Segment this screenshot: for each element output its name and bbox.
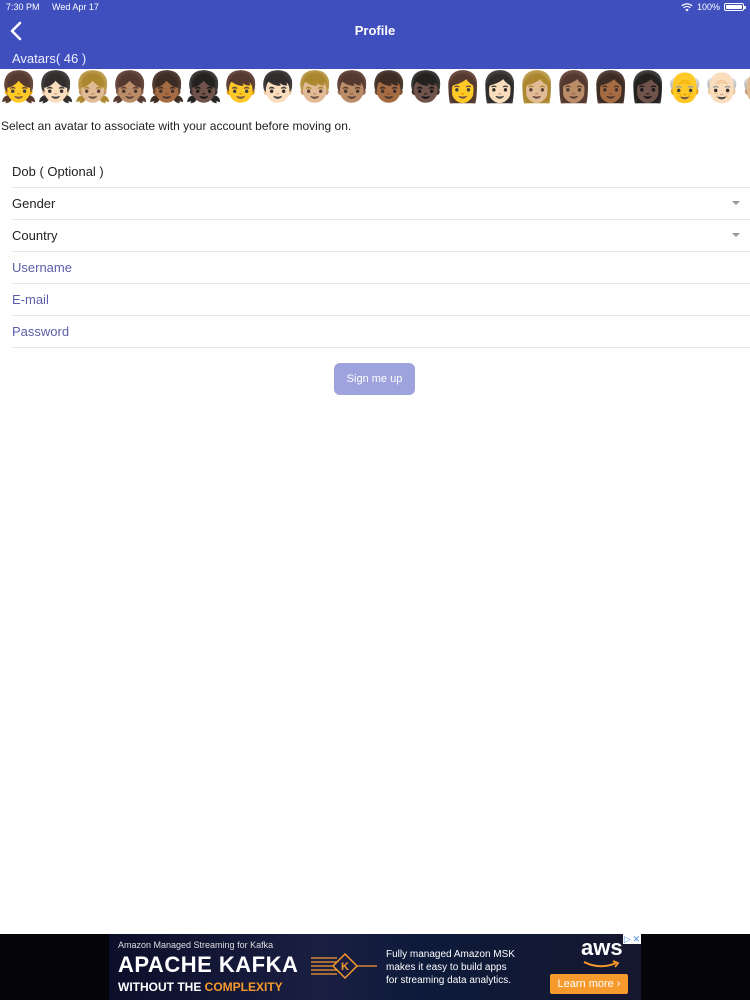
gender-select[interactable]: Gender [12,187,750,220]
wifi-icon [681,2,693,11]
status-bar-right: 100% [681,2,746,12]
email-input[interactable]: E-mail [12,283,750,316]
avatar-option[interactable]: 👩🏾 [592,69,629,107]
avatar-option[interactable]: 👧🏻 [37,69,74,107]
battery-percent: 100% [696,2,720,12]
avatar-option[interactable]: 👴🏼 [740,69,750,107]
avatar-option[interactable]: 👧🏿 [185,69,222,107]
email-placeholder: E-mail [12,292,49,307]
avatars-count-label: Avatars( 46 ) [12,51,87,66]
country-label: Country [12,228,58,243]
username-input[interactable]: Username [12,251,750,284]
country-select[interactable]: Country [12,219,750,252]
learn-more-button[interactable]: Learn more › [550,974,628,994]
avatar-hint-text: Select an avatar to associate with your … [1,119,352,133]
ad-copy: Fully managed Amazon MSK makes it easy t… [386,948,515,987]
gender-label: Gender [12,196,56,211]
password-placeholder: Password [12,324,70,339]
ad-copy-line: makes it easy to build apps [386,962,507,973]
ad-kicker: Amazon Managed Streaming for Kafka [118,940,274,950]
status-time: 7:30 PM [6,2,40,12]
chevron-down-icon [732,201,740,205]
avatar-option[interactable]: 👩🏽 [555,69,592,107]
status-date: Wed Apr 17 [52,2,99,12]
avatar-option[interactable]: 👦🏻 [259,69,296,107]
ad-headline: APACHE KAFKA [118,952,299,977]
status-bar-left: 7:30 PM Wed Apr 17 [6,2,109,12]
ad-copy-line: for streaming data analytics. [386,975,512,986]
avatar-picker[interactable]: 👧👧🏻👧🏼👧🏽👧🏾👧🏿👦👦🏻👦🏼👦🏽👦🏾👦🏿👩👩🏻👩🏼👩🏽👩🏾👩🏿👴👴🏻👴🏼 [0,69,750,107]
avatar-option[interactable]: 👧🏽 [111,69,148,107]
avatar-option[interactable]: 👦🏼 [296,69,333,107]
aws-smile-icon [583,960,620,968]
aws-logo: aws [581,935,623,960]
ad-copy-line: Fully managed Amazon MSK [386,949,515,960]
page-title: Profile [354,23,396,38]
ad-close-icon[interactable]: ▷ ✕ [623,934,641,944]
avatar-option[interactable]: 👩🏿 [629,69,666,107]
dob-field[interactable]: Dob ( Optional ) [12,155,750,188]
avatar-option[interactable]: 👦🏿 [407,69,444,107]
avatar-option[interactable]: 👩🏼 [518,69,555,107]
dob-label: Dob ( Optional ) [12,164,104,179]
battery-icon [724,3,746,11]
avatar-option[interactable]: 👴🏻 [703,69,740,107]
avatar-option[interactable]: 👦🏾 [370,69,407,107]
ad-sub-prefix: WITHOUT THE [118,980,205,994]
avatar-option[interactable]: 👦🏽 [333,69,370,107]
avatar-option[interactable]: 👧 [0,69,37,107]
svg-text:K: K [341,961,349,973]
username-placeholder: Username [12,260,72,275]
password-input[interactable]: Password [12,315,750,348]
avatar-option[interactable]: 👦 [222,69,259,107]
ad-sub-accent: COMPLEXITY [204,980,283,994]
kafka-circuit-icon: K [311,952,377,980]
nav-header: 7:30 PM Wed Apr 17 100% Profile Avatars(… [0,0,750,69]
chevron-down-icon [732,233,740,237]
avatar-option[interactable]: 👩 [444,69,481,107]
avatar-option[interactable]: 👧🏾 [148,69,185,107]
avatar-option[interactable]: 👴 [666,69,703,107]
avatar-option[interactable]: 👧🏼 [74,69,111,107]
avatar-option[interactable]: 👩🏻 [481,69,518,107]
ad-banner[interactable]: Amazon Managed Streaming for Kafka APACH… [109,934,641,1000]
sign-up-button[interactable]: Sign me up [334,363,415,395]
ad-subheadline: WITHOUT THE COMPLEXITY [118,980,283,994]
